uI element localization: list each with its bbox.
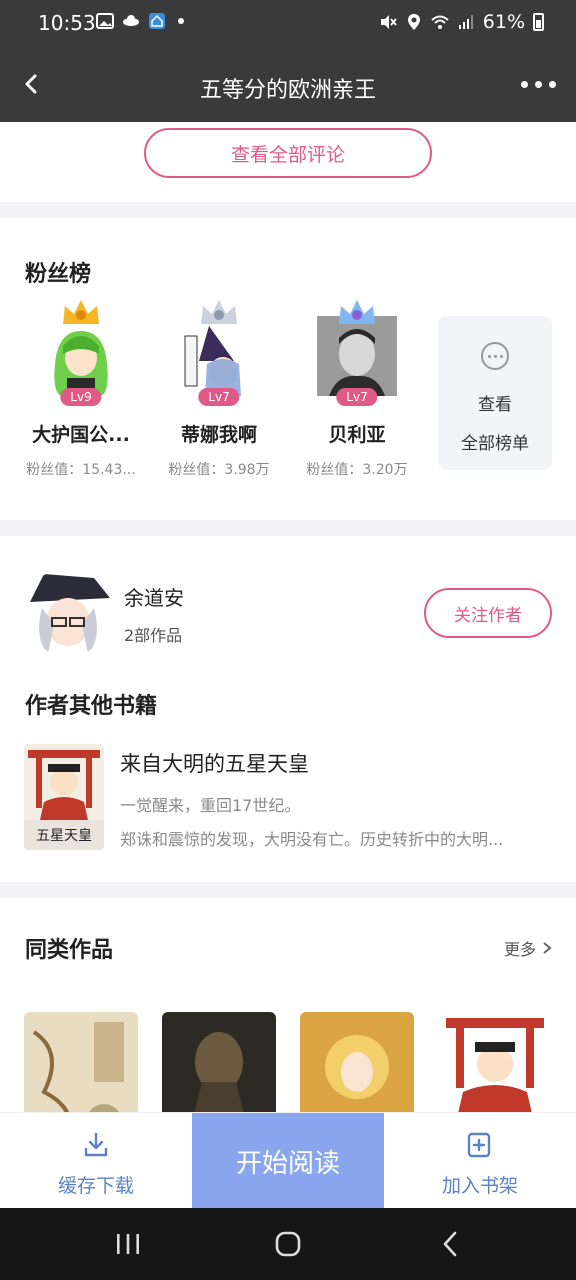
status-bar: 10:53 61% bbox=[0, 0, 576, 46]
signal-icon bbox=[458, 15, 473, 29]
fan-avatar-image bbox=[41, 316, 121, 396]
system-nav-bar bbox=[0, 1208, 576, 1280]
fan-item[interactable]: Lv7 贝利亚 粉丝值：3.20万 bbox=[295, 300, 419, 479]
fan-item[interactable]: Lv9 大护国公... 粉丝值：15.43... bbox=[19, 300, 143, 479]
author-works-count: 2部作品 bbox=[124, 626, 183, 645]
comments-section: 查看全部评论 bbox=[0, 122, 576, 202]
recent-apps-icon[interactable] bbox=[108, 1228, 148, 1260]
bottom-action-bar: 缓存下载 开始阅读 加入书架 bbox=[0, 1112, 576, 1209]
author-name: 余道安 bbox=[124, 586, 184, 610]
author-avatar-image bbox=[24, 568, 112, 656]
fan-name: 贝利亚 bbox=[328, 424, 386, 446]
fan-score: 粉丝值：15.43... bbox=[26, 462, 136, 478]
view-all-rankings-button[interactable]: 查看 全部榜单 bbox=[438, 316, 552, 470]
avatar: Lv7 bbox=[179, 300, 259, 406]
battery-percent: 61% bbox=[482, 11, 525, 33]
fan-avatar-image bbox=[317, 316, 397, 396]
fan-ranking-section: 粉丝榜 Lv9 大护国公... 粉丝值：15.43... Lv7 蒂娜我啊 粉丝… bbox=[0, 218, 576, 520]
similar-works-title: 同类作品 bbox=[25, 938, 114, 963]
more-circle-icon bbox=[481, 342, 509, 370]
crown-silver-icon bbox=[201, 300, 237, 324]
book-intro-line2: 郑诛和震惊的发现，大明没有亡。历史转折中的大明... bbox=[120, 830, 504, 849]
author-other-books-title: 作者其他书籍 bbox=[25, 694, 158, 719]
download-button[interactable]: 缓存下载 bbox=[0, 1113, 192, 1209]
app-notification-icon bbox=[123, 15, 139, 26]
fan-score: 粉丝值：3.98万 bbox=[168, 462, 270, 478]
add-bookshelf-icon bbox=[467, 1132, 491, 1158]
fan-score: 粉丝值：3.20万 bbox=[306, 462, 408, 478]
start-reading-button[interactable]: 开始阅读 bbox=[192, 1113, 384, 1209]
section-divider bbox=[0, 882, 576, 898]
fan-name: 大护国公... bbox=[32, 424, 130, 446]
view-all-comments-button[interactable]: 查看全部评论 bbox=[144, 128, 432, 178]
fan-name: 蒂娜我啊 bbox=[180, 424, 257, 446]
crown-bronze-icon bbox=[339, 300, 375, 324]
title-bar: 五等分的欧洲亲王 bbox=[0, 46, 576, 122]
screen: 10:53 61% 五等分的欧洲亲王 查看全部评论 粉丝榜 Lv9 大护国公..… bbox=[0, 0, 576, 1280]
svg-text:五星天皇: 五星天皇 bbox=[36, 828, 92, 844]
more-notifications-dot bbox=[178, 18, 184, 24]
back-nav-icon[interactable] bbox=[430, 1228, 470, 1260]
author-section: 余道安 2部作品 关注作者 作者其他书籍 五星天皇 来自大明的五星天皇 一觉醒来… bbox=[0, 536, 576, 882]
fan-avatar-image bbox=[179, 316, 259, 396]
avatar: Lv7 bbox=[317, 300, 397, 406]
download-icon bbox=[84, 1132, 108, 1157]
crown-gold-icon bbox=[63, 300, 99, 324]
author-avatar[interactable] bbox=[24, 568, 112, 656]
add-to-shelf-label: 加入书架 bbox=[441, 1175, 518, 1197]
fan-item[interactable]: Lv7 蒂娜我啊 粉丝值：3.98万 bbox=[157, 300, 281, 479]
more-label: 更多 bbox=[503, 940, 536, 959]
fan-level-badge: Lv9 bbox=[60, 388, 102, 406]
location-icon bbox=[407, 14, 420, 30]
notification-icons bbox=[96, 12, 184, 30]
section-divider bbox=[0, 202, 576, 218]
view-all-rankings-line1: 查看 bbox=[478, 395, 512, 415]
add-to-shelf-button[interactable]: 加入书架 bbox=[384, 1113, 576, 1209]
scroll-content[interactable]: 查看全部评论 粉丝榜 Lv9 大护国公... 粉丝值：15.43... Lv7 … bbox=[0, 122, 576, 1210]
book-cover-image: 五星天皇 bbox=[24, 744, 104, 850]
home-icon[interactable] bbox=[268, 1228, 308, 1260]
battery-icon bbox=[533, 13, 544, 31]
wifi-icon bbox=[431, 15, 449, 29]
page-title: 五等分的欧洲亲王 bbox=[199, 78, 376, 103]
home-app-icon bbox=[149, 13, 165, 29]
fan-ranking-title: 粉丝榜 bbox=[25, 262, 92, 287]
follow-author-button[interactable]: 关注作者 bbox=[424, 588, 552, 638]
fan-level-badge: Lv7 bbox=[198, 388, 240, 406]
mute-icon bbox=[380, 15, 397, 29]
book-cover[interactable]: 五星天皇 bbox=[24, 744, 104, 850]
view-all-rankings-line2: 全部榜单 bbox=[461, 434, 529, 454]
status-time: 10:53 bbox=[38, 11, 96, 35]
chevron-right-icon bbox=[543, 942, 552, 954]
more-options-button[interactable] bbox=[518, 74, 558, 94]
more-similar-link[interactable]: 更多 bbox=[504, 936, 552, 960]
book-title[interactable]: 来自大明的五星天皇 bbox=[120, 748, 309, 778]
fan-level-badge: Lv7 bbox=[336, 388, 378, 406]
system-icons: 61% bbox=[379, 11, 544, 33]
section-divider bbox=[0, 520, 576, 536]
book-intro-line1: 一觉醒来，重回17世纪。 bbox=[120, 796, 301, 815]
avatar: Lv9 bbox=[41, 300, 121, 406]
gallery-icon bbox=[96, 13, 114, 29]
download-label: 缓存下载 bbox=[57, 1175, 134, 1197]
